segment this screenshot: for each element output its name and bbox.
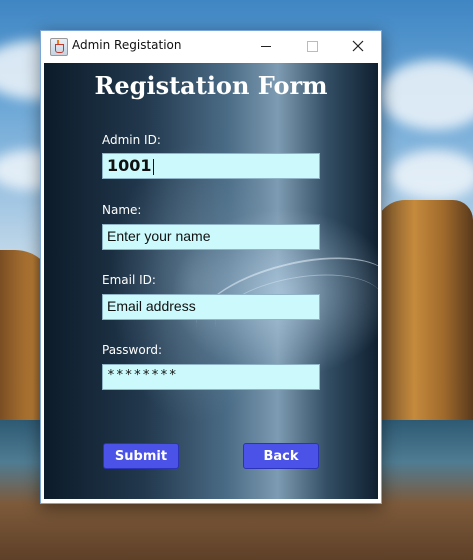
title-bar[interactable]: Admin Registation [41,31,381,61]
back-button[interactable]: Back [243,443,319,469]
close-icon [352,40,364,52]
maximize-button[interactable] [289,31,335,61]
rock-formation [375,200,473,430]
window-title: Admin Registation [72,38,182,52]
name-label: Name: [102,203,142,217]
minimize-button[interactable] [243,31,289,61]
text-caret [152,158,154,175]
email-label: Email ID: [102,273,156,287]
minimize-icon [261,45,271,47]
maximize-icon [306,40,318,52]
form-panel [44,63,378,499]
close-button[interactable] [335,31,381,61]
password-field[interactable]: ******** [102,364,320,390]
app-window: Admin Registation Registation Form Admin… [40,30,382,504]
admin-id-label: Admin ID: [102,133,161,147]
java-cup-icon [50,38,68,56]
admin-id-field[interactable]: 1001 [102,153,320,179]
submit-button[interactable]: Submit [103,443,179,469]
form-heading: Registation Form [94,71,328,100]
cloud [380,60,473,130]
email-field[interactable]: Email address [102,294,320,320]
admin-id-value: 1001 [107,156,152,175]
cloud [390,150,473,200]
name-field[interactable]: Enter your name [102,224,320,250]
password-label: Password: [102,343,163,357]
